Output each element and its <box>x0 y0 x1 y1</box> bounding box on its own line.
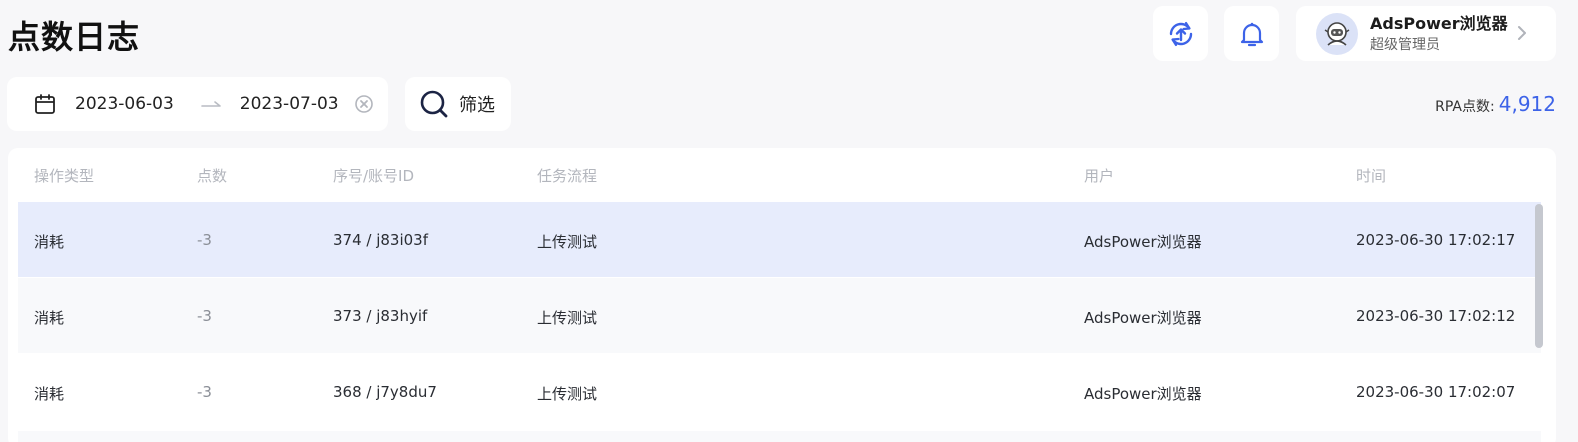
cell-time: 2023-06-30 17:02:07 <box>1356 383 1516 401</box>
notifications-button[interactable] <box>1224 6 1279 61</box>
user-menu[interactable]: AdsPower浏览器 超级管理员 <box>1296 6 1556 61</box>
cell-id: 368 / j7y8du7 <box>333 383 437 401</box>
header-type: 操作类型 <box>34 167 95 185</box>
points-value: 4,912 <box>1498 92 1556 116</box>
cell-type: 消耗 <box>34 233 65 251</box>
astronaut-avatar-icon <box>1324 21 1350 46</box>
table-row[interactable]: 消耗 -3 373 / j83hyif 上传测试 AdsPower浏览器 202… <box>18 278 1541 353</box>
cell-time: 2023-06-30 17:02:17 <box>1356 231 1516 249</box>
rpa-points: RPA点数: 4,912 <box>1435 92 1556 116</box>
header-user: 用户 <box>1084 167 1115 185</box>
cell-flow: 上传测试 <box>537 385 598 403</box>
table-row[interactable]: 消耗 -3 374 / j83i03f 上传测试 AdsPower浏览器 202… <box>18 202 1541 277</box>
cell-user: AdsPower浏览器 <box>1084 385 1202 403</box>
table-scrollbar[interactable] <box>1535 204 1543 348</box>
table-row[interactable]: 消耗 -3 368 / j7y8du7 上传测试 AdsPower浏览器 202… <box>18 354 1541 429</box>
points-label: RPA点数: <box>1435 99 1495 115</box>
cell-user: AdsPower浏览器 <box>1084 233 1202 251</box>
filter-button[interactable]: 筛选 <box>405 77 511 131</box>
table-header: 操作类型 点数 序号/账号ID 任务流程 用户 时间 <box>8 148 1556 202</box>
page-title: 点数日志 <box>8 18 141 56</box>
avatar <box>1316 12 1358 55</box>
search-icon <box>420 90 448 118</box>
header-flow: 任务流程 <box>537 167 598 185</box>
sync-button[interactable] <box>1153 6 1208 61</box>
clear-icon[interactable] <box>354 94 374 114</box>
sync-upload-icon <box>1169 21 1192 46</box>
cell-flow: 上传测试 <box>537 233 598 251</box>
bell-icon <box>1240 22 1263 46</box>
date-range-picker[interactable]: 2023-06-03 2023-07-03 <box>7 77 388 131</box>
user-name: AdsPower浏览器 <box>1370 13 1508 33</box>
cell-id: 374 / j83i03f <box>333 231 429 249</box>
header-points: 点数 <box>197 167 228 185</box>
cell-points: -3 <box>197 307 212 325</box>
log-table: 操作类型 点数 序号/账号ID 任务流程 用户 时间 消耗 -3 374 / j… <box>8 148 1556 442</box>
cell-points: -3 <box>197 231 212 249</box>
filter-label: 筛选 <box>459 95 495 116</box>
table-row[interactable] <box>18 431 1541 442</box>
date-start-input[interactable]: 2023-06-03 <box>75 94 174 114</box>
cell-flow: 上传测试 <box>537 309 598 327</box>
arrow-right-icon <box>200 101 221 107</box>
user-role: 超级管理员 <box>1370 36 1440 53</box>
chevron-right-icon <box>1518 26 1526 40</box>
cell-id: 373 / j83hyif <box>333 307 428 325</box>
cell-type: 消耗 <box>34 309 65 327</box>
cell-time: 2023-06-30 17:02:12 <box>1356 307 1516 325</box>
date-end-input[interactable]: 2023-07-03 <box>240 94 339 114</box>
cell-points: -3 <box>197 383 212 401</box>
calendar-icon <box>35 94 55 114</box>
cell-user: AdsPower浏览器 <box>1084 309 1202 327</box>
header-time: 时间 <box>1356 167 1387 185</box>
cell-type: 消耗 <box>34 385 65 403</box>
header-id: 序号/账号ID <box>333 167 415 185</box>
